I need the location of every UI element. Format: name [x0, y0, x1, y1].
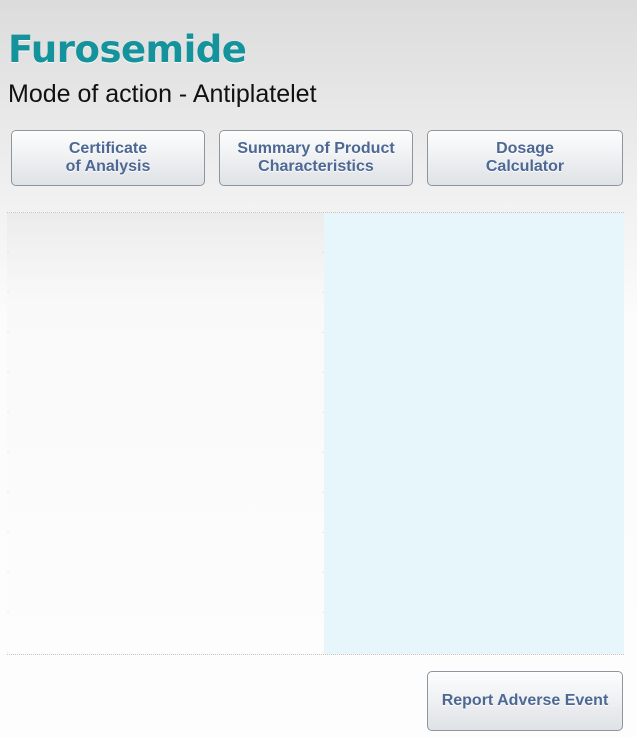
drug-title: Furosemide	[8, 28, 247, 71]
report-adverse-event-button[interactable]: Report Adverse Event	[427, 671, 623, 731]
content-right-column	[324, 213, 624, 654]
dosage-calculator-button[interactable]: Dosage Calculator	[427, 130, 623, 186]
content-left-column	[7, 213, 324, 654]
button-label-line: Dosage	[496, 140, 554, 157]
button-label-line: Characteristics	[258, 158, 374, 175]
button-label: Report Adverse Event	[441, 692, 609, 709]
content-panel	[7, 212, 624, 655]
certificate-of-analysis-button[interactable]: Certificate of Analysis	[11, 130, 205, 186]
summary-of-product-characteristics-button[interactable]: Summary of Product Characteristics	[219, 130, 413, 186]
mode-of-action-subtitle: Mode of action - Antiplatelet	[8, 80, 317, 108]
button-label-line: Calculator	[485, 158, 565, 175]
button-label-line: Summary of Product	[237, 140, 395, 157]
button-label-line: Certificate	[68, 140, 148, 157]
button-label-line: of Analysis	[65, 158, 151, 175]
